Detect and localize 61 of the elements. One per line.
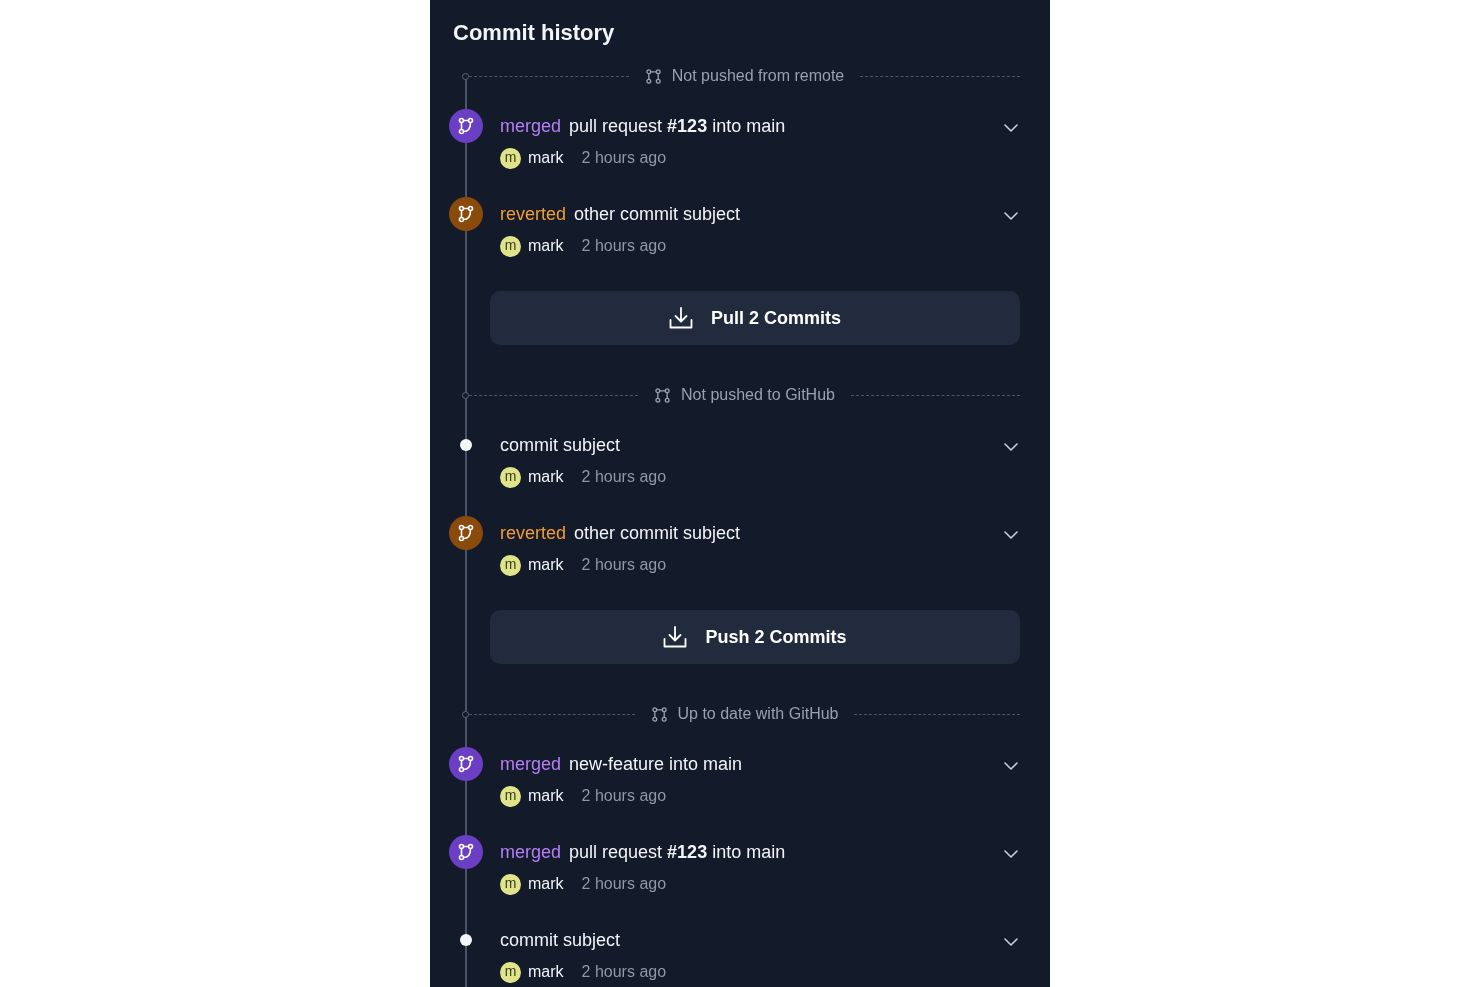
nodes-icon <box>655 387 671 403</box>
commit-subject: other commit subject <box>574 203 741 226</box>
ring-icon <box>462 72 469 80</box>
author-name: mark <box>528 148 564 168</box>
commit-verb: merged <box>500 841 562 864</box>
commit-subject: commit subject <box>500 929 621 952</box>
commit-verb: reverted <box>500 522 567 545</box>
commit-time: 2 hours ago <box>581 962 667 982</box>
chevron-down-icon[interactable] <box>1004 443 1018 451</box>
status-label: Not pushed to GitHub <box>681 385 835 405</box>
author-avatar: m <box>500 785 521 807</box>
author-name: mark <box>528 874 564 894</box>
commit-subject: commit subject <box>500 434 621 457</box>
commit-subject: other commit subject <box>574 522 741 545</box>
chevron-down-icon[interactable] <box>1004 212 1018 220</box>
ring-icon <box>462 710 469 718</box>
commit-time: 2 hours ago <box>581 874 667 894</box>
branch-icon <box>449 197 483 231</box>
author-name: mark <box>528 467 564 487</box>
author-name: mark <box>528 236 564 256</box>
author-name: mark <box>528 962 564 982</box>
commit-time: 2 hours ago <box>581 467 667 487</box>
dot-icon <box>460 934 472 946</box>
action-button[interactable]: Pull 2 Commits <box>490 291 1020 345</box>
author-avatar: m <box>500 554 521 576</box>
commit-verb: reverted <box>500 203 567 226</box>
download-icon <box>663 626 688 648</box>
branch-icon <box>449 109 483 143</box>
commit-subject: new-feature into main <box>569 753 743 776</box>
chevron-down-icon[interactable] <box>1004 850 1018 858</box>
status-label: Not pushed from remote <box>671 66 845 86</box>
author-avatar: m <box>500 235 521 257</box>
dot-icon <box>460 439 472 451</box>
commit-time: 2 hours ago <box>581 555 667 575</box>
author-avatar: m <box>500 961 521 983</box>
commit-verb: merged <box>500 115 562 138</box>
download-icon <box>669 307 693 329</box>
commit-verb: merged <box>500 753 562 776</box>
nodes-icon <box>645 68 661 84</box>
chevron-down-icon[interactable] <box>1004 531 1018 539</box>
author-name: mark <box>528 786 564 806</box>
ring-icon <box>462 391 469 399</box>
action-button[interactable]: Push 2 Commits <box>490 610 1020 664</box>
commit-subject: pull request #123 into main <box>569 841 786 864</box>
commit-time: 2 hours ago <box>581 236 667 256</box>
nodes-icon <box>651 706 667 722</box>
chevron-down-icon[interactable] <box>1004 124 1018 132</box>
branch-icon <box>449 747 483 781</box>
commit-subject: pull request #123 into main <box>569 115 786 138</box>
status-label: Up to date with GitHub <box>677 704 839 724</box>
panel-title: Commit history <box>453 19 615 47</box>
chevron-down-icon[interactable] <box>1004 762 1018 770</box>
commit-time: 2 hours ago <box>581 148 667 168</box>
author-avatar: m <box>500 466 521 488</box>
branch-icon <box>449 516 483 550</box>
author-avatar: m <box>500 147 521 169</box>
author-name: mark <box>528 555 564 575</box>
commit-time: 2 hours ago <box>581 786 667 806</box>
author-avatar: m <box>500 873 521 895</box>
chevron-down-icon[interactable] <box>1004 938 1018 946</box>
branch-icon <box>449 835 483 869</box>
